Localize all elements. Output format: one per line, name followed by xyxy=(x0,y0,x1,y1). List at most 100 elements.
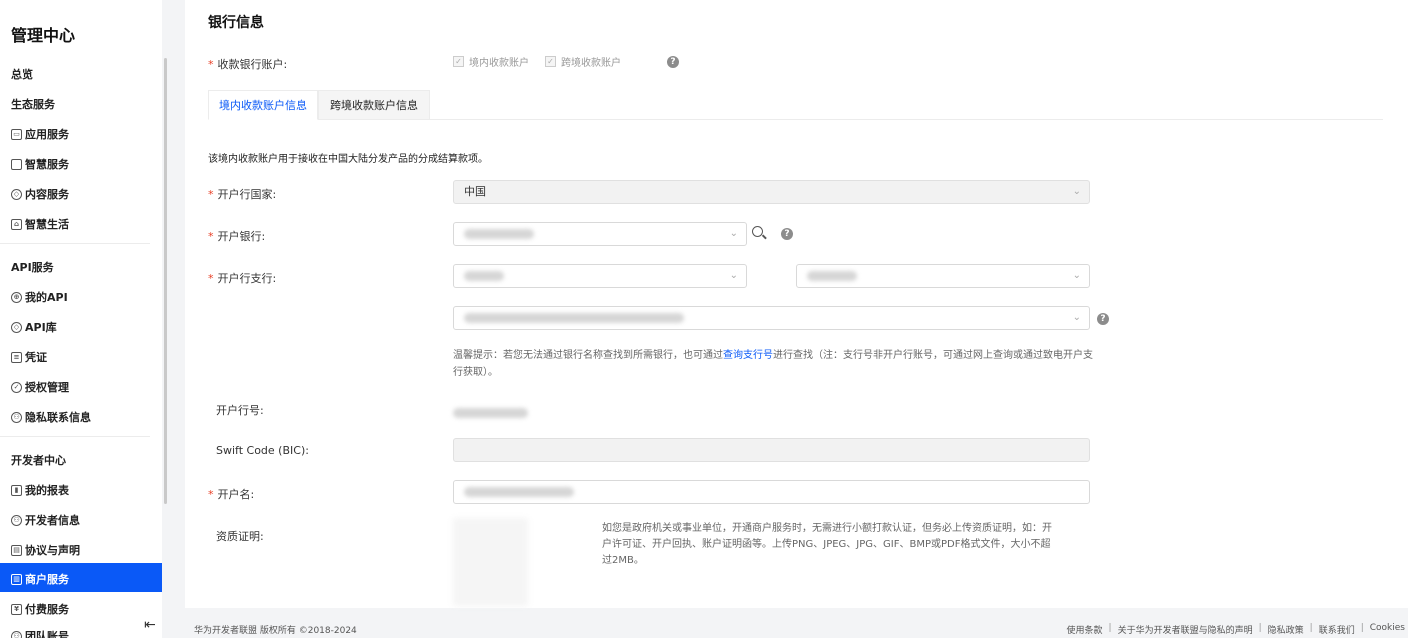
sidebar-item-label: 凭证 xyxy=(25,351,47,364)
user-icon: ⚇ xyxy=(11,411,22,423)
bank-select[interactable]: ⌄ xyxy=(453,222,747,246)
sidebar-item-agreements[interactable]: ▤ 协议与声明 xyxy=(11,542,80,558)
redacted-value xyxy=(464,271,504,281)
hint-prefix: 温馨提示：若您无法通过银行名称查找到所需银行，也可通过 xyxy=(453,350,723,361)
sidebar-item-label: 付费服务 xyxy=(25,603,69,616)
sidebar-item-team-account[interactable]: ⚇ 团队账号 xyxy=(11,628,69,638)
account-name-label-text: 开户名: xyxy=(217,488,255,501)
sidebar-item-label: 团队账号 xyxy=(25,630,69,638)
sidebar-item-app-service[interactable]: ▭ 应用服务 xyxy=(11,126,69,142)
branch-province-select[interactable]: ⌄ xyxy=(453,264,747,288)
branch-hint: 温馨提示：若您无法通过银行名称查找到所需银行，也可通过查询支行号进行查找（注：支… xyxy=(453,347,1093,381)
footer-link-privacy-statement[interactable]: 关于华为开发者联盟与隐私的声明 xyxy=(1118,623,1253,636)
tab-domestic-account[interactable]: 境内收款账户信息 xyxy=(208,90,318,120)
footer: 华为开发者联盟 版权所有 ©2018-2024 使用条款 | 关于华为开发者联盟… xyxy=(185,614,1408,638)
footer-separator: | xyxy=(1258,623,1262,633)
branch-city-select[interactable]: ⌄ xyxy=(796,264,1090,288)
sidebar-item-label: 授权管理 xyxy=(25,381,69,394)
tab-description: 该境内收款账户用于接收在中国大陆分发产品的分成结算款项。 xyxy=(208,154,488,165)
chevron-down-icon: ⌄ xyxy=(729,270,738,281)
sidebar-group-developer: 开发者中心 xyxy=(11,454,66,467)
bank-label-text: 开户银行: xyxy=(217,230,266,243)
redacted-value xyxy=(453,407,528,418)
qualification-label: 资质证明: xyxy=(216,530,264,543)
credential-icon: ≡ xyxy=(11,351,22,363)
sidebar-item-credential[interactable]: ≡ 凭证 xyxy=(11,349,47,365)
sidebar-item-label: 我的API xyxy=(25,291,68,304)
sidebar: 管理中心 总览 生态服务 ▭ 应用服务 智慧服务 ◇ 内容服务 ⌂ 智慧生活 A… xyxy=(0,0,162,638)
footer-link-contact[interactable]: 联系我们 xyxy=(1319,623,1355,636)
bank-code-value xyxy=(453,402,528,421)
country-label-text: 开户行国家: xyxy=(217,188,277,201)
footer-link-privacy-policy[interactable]: 隐私政策 xyxy=(1268,623,1304,636)
account-name-label: * 开户名: xyxy=(208,488,255,501)
account-name-input[interactable] xyxy=(453,480,1090,504)
sidebar-item-label: 内容服务 xyxy=(25,188,69,201)
help-icon[interactable]: ? xyxy=(667,56,679,68)
sidebar-item-label: 协议与声明 xyxy=(25,544,80,557)
sidebar-divider xyxy=(0,243,150,244)
sidebar-scrollbar[interactable] xyxy=(164,58,167,504)
account-label: * 收款银行账户: xyxy=(208,58,288,71)
sidebar-item-merchant-service[interactable]: ▥ 商户服务 xyxy=(0,563,162,592)
country-select[interactable]: 中国 ⌄ xyxy=(453,180,1090,204)
redacted-value xyxy=(807,271,857,281)
cross-border-account-checkbox[interactable]: ✓ 跨境收款账户 xyxy=(545,54,621,69)
tab-cross-border-account[interactable]: 跨境收款账户信息 xyxy=(318,90,430,120)
sidebar-item-authorization[interactable]: ✓ 授权管理 xyxy=(11,379,69,395)
sidebar-item-my-api[interactable]: ⊕ 我的API xyxy=(11,289,68,305)
help-icon[interactable]: ? xyxy=(1097,313,1109,325)
chevron-down-icon: ⌄ xyxy=(1072,186,1081,197)
sidebar-item-smart-service[interactable]: 智慧服务 xyxy=(11,156,69,172)
sidebar-item-my-reports[interactable]: ▮ 我的报表 xyxy=(11,482,69,498)
redacted-value xyxy=(464,313,684,323)
chevron-down-icon: ⌄ xyxy=(1072,270,1081,281)
search-icon[interactable] xyxy=(752,226,763,237)
user-icon: ⚇ xyxy=(11,514,22,526)
sidebar-item-label: 智慧生活 xyxy=(25,218,69,231)
qualification-upload[interactable] xyxy=(453,518,528,606)
footer-separator: | xyxy=(1309,623,1313,633)
domestic-account-checkbox[interactable]: ✓ 境内收款账户 xyxy=(453,54,529,69)
shield-icon: ✓ xyxy=(11,381,22,393)
footer-copyright: 华为开发者联盟 版权所有 ©2018-2024 xyxy=(194,626,357,636)
footer-links: 使用条款 | 关于华为开发者联盟与隐私的声明 | 隐私政策 | 联系我们 | C… xyxy=(1067,623,1406,636)
sidebar-item-label: 开发者信息 xyxy=(25,514,80,527)
sidebar-group-ecosystem: 生态服务 xyxy=(11,98,55,111)
sidebar-item-api-library[interactable]: ◇ API库 xyxy=(11,319,57,335)
branch-label-text: 开户行支行: xyxy=(217,272,277,285)
branch-select[interactable]: ⌄ xyxy=(453,306,1090,330)
bank-code-label: 开户行号: xyxy=(216,404,264,417)
query-branch-link[interactable]: 查询支行号 xyxy=(723,350,773,361)
sidebar-item-label: API库 xyxy=(25,321,57,334)
branch-label: * 开户行支行: xyxy=(208,272,277,285)
footer-separator: | xyxy=(1360,623,1364,633)
swift-input[interactable] xyxy=(453,438,1090,462)
app-icon: ▭ xyxy=(11,128,22,140)
redacted-value xyxy=(464,487,574,497)
sidebar-item-label: 隐私联系信息 xyxy=(25,411,91,424)
chart-icon: ▮ xyxy=(11,484,22,496)
collapse-sidebar-icon[interactable]: ⇤ xyxy=(144,617,156,633)
footer-link-cookies[interactable]: Cookies xyxy=(1370,623,1405,636)
bank-label: * 开户银行: xyxy=(208,230,266,243)
sidebar-title: 管理中心 xyxy=(11,26,76,45)
sidebar-item-merchant-service-inner: ▥ 商户服务 xyxy=(11,571,69,587)
home-icon: ⌂ xyxy=(11,218,22,230)
layers-icon: ◇ xyxy=(11,188,22,200)
footer-link-terms[interactable]: 使用条款 xyxy=(1067,623,1103,636)
help-icon[interactable]: ? xyxy=(781,228,793,240)
sidebar-item-label: 商户服务 xyxy=(25,573,69,586)
page-title: 银行信息 xyxy=(208,15,264,31)
sidebar-item-paid-service[interactable]: ¥ 付费服务 xyxy=(11,601,69,617)
doc-icon: ▤ xyxy=(11,544,22,556)
country-value: 中国 xyxy=(464,185,486,198)
sidebar-item-privacy-contact[interactable]: ⚇ 隐私联系信息 xyxy=(11,409,91,425)
chevron-down-icon: ⌄ xyxy=(729,228,738,239)
team-icon: ⚇ xyxy=(11,630,22,638)
sidebar-item-developer-info[interactable]: ⚇ 开发者信息 xyxy=(11,512,80,528)
sidebar-item-content-service[interactable]: ◇ 内容服务 xyxy=(11,186,69,202)
sidebar-item-smart-life[interactable]: ⌂ 智慧生活 xyxy=(11,216,69,232)
sidebar-item-overview[interactable]: 总览 xyxy=(11,66,33,82)
api-icon: ⊕ xyxy=(11,291,22,303)
